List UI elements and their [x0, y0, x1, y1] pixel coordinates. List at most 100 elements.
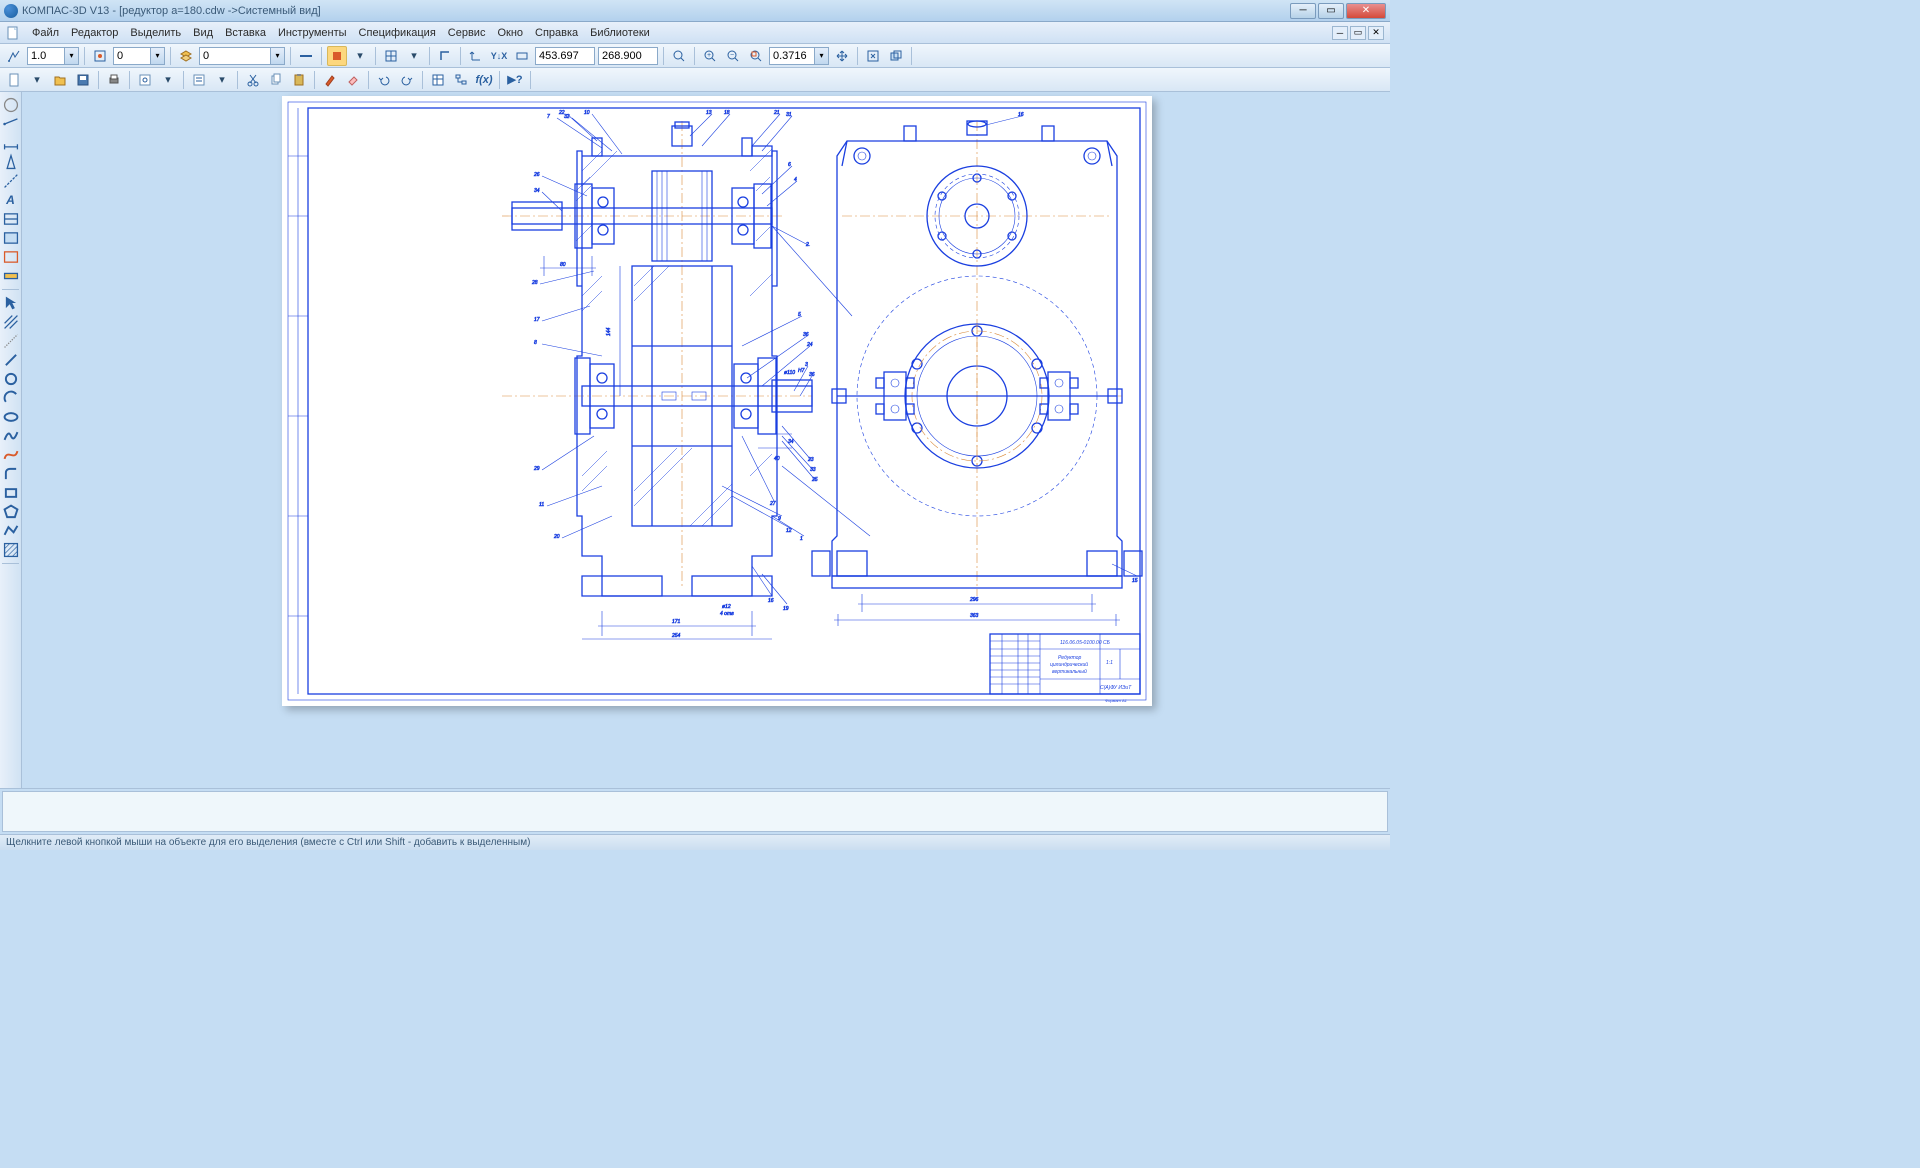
whatsthis-icon[interactable]: ▶? [505, 70, 525, 90]
fillet-icon[interactable] [2, 465, 20, 483]
select-icon[interactable] [2, 294, 20, 312]
geometry-icon[interactable] [2, 96, 20, 114]
drawing-paper[interactable]: 80 171 254 ø12 4 отв 144 [282, 96, 1152, 706]
mdi-minimize-button[interactable]: ─ [1332, 26, 1348, 40]
coord-y[interactable]: 268.900 [598, 47, 658, 65]
svg-text:10: 10 [584, 110, 590, 116]
snap-icon[interactable] [327, 46, 347, 66]
point-icon[interactable] [2, 115, 20, 133]
local-cs-icon[interactable] [466, 46, 486, 66]
dimension-icon[interactable] [2, 134, 20, 152]
layer-combo[interactable]: ▾ [199, 47, 285, 65]
zoom-in-icon[interactable]: + [700, 46, 720, 66]
step-dropdown[interactable]: ▾ [64, 48, 78, 64]
text-icon[interactable]: A [2, 191, 20, 209]
zoom-input[interactable] [770, 48, 814, 64]
measure-icon[interactable] [2, 267, 20, 285]
layer-input[interactable] [200, 48, 270, 64]
copy-icon[interactable] [266, 70, 286, 90]
print-icon[interactable] [104, 70, 124, 90]
table-icon[interactable] [2, 210, 20, 228]
coord-x[interactable]: 453.697 [535, 47, 595, 65]
menu-service[interactable]: Сервис [442, 25, 492, 41]
menu-tools[interactable]: Инструменты [272, 25, 353, 41]
zoom-window-icon[interactable] [746, 46, 766, 66]
preview-dropdown-icon[interactable]: ▾ [158, 70, 178, 90]
layer-dropdown[interactable]: ▾ [270, 48, 284, 64]
properties-dropdown-icon[interactable]: ▾ [212, 70, 232, 90]
zoom-dropdown[interactable]: ▾ [814, 48, 828, 64]
aux-line-icon[interactable] [2, 332, 20, 350]
grid-icon[interactable] [381, 46, 401, 66]
maximize-button[interactable]: ▭ [1318, 3, 1344, 19]
state-input[interactable] [114, 48, 150, 64]
paste-icon[interactable] [289, 70, 309, 90]
cursor-step-icon[interactable] [4, 46, 24, 66]
grid-dropdown-icon[interactable]: ▾ [404, 46, 424, 66]
coord-icon[interactable] [512, 46, 532, 66]
zoom-fit-icon[interactable] [669, 46, 689, 66]
linetype-icon[interactable] [296, 46, 316, 66]
tree-icon[interactable] [451, 70, 471, 90]
open-icon[interactable] [50, 70, 70, 90]
menu-editor[interactable]: Редактор [65, 25, 124, 41]
menu-file[interactable]: Файл [26, 25, 65, 41]
menu-libraries[interactable]: Библиотеки [584, 25, 656, 41]
command-input[interactable] [2, 791, 1388, 832]
pan-icon[interactable] [832, 46, 852, 66]
undo-icon[interactable] [374, 70, 394, 90]
line-icon[interactable] [2, 351, 20, 369]
menu-view[interactable]: Вид [187, 25, 219, 41]
eraser-icon[interactable] [343, 70, 363, 90]
dim-80: 80 [560, 262, 566, 268]
state-combo[interactable]: ▾ [113, 47, 165, 65]
step-combo[interactable]: ▾ [27, 47, 79, 65]
variables-icon[interactable]: f(x) [474, 70, 494, 90]
contour-icon[interactable] [2, 522, 20, 540]
ellipse-icon[interactable] [2, 408, 20, 426]
snap-dropdown-icon[interactable]: ▾ [350, 46, 370, 66]
zoom-combo[interactable]: ▾ [769, 47, 829, 65]
rect-icon[interactable] [2, 484, 20, 502]
mdi-close-button[interactable]: ✕ [1368, 26, 1384, 40]
redo-icon[interactable] [397, 70, 417, 90]
properties-icon[interactable] [189, 70, 209, 90]
rebuild-icon[interactable] [863, 46, 883, 66]
minimize-button[interactable]: ─ [1290, 3, 1316, 19]
canvas-area[interactable]: 80 171 254 ø12 4 отв 144 [22, 92, 1390, 788]
layer-icon[interactable] [176, 46, 196, 66]
state-dropdown[interactable]: ▾ [150, 48, 164, 64]
spline-icon[interactable] [2, 427, 20, 445]
menu-help[interactable]: Справка [529, 25, 584, 41]
notation-icon[interactable] [2, 153, 20, 171]
overlap-icon[interactable] [886, 46, 906, 66]
manager-icon[interactable] [428, 70, 448, 90]
hatch2-icon[interactable] [2, 541, 20, 559]
new-icon[interactable] [4, 70, 24, 90]
menu-insert[interactable]: Вставка [219, 25, 272, 41]
cut-icon[interactable] [243, 70, 263, 90]
menu-select[interactable]: Выделить [124, 25, 187, 41]
menu-window[interactable]: Окно [491, 25, 529, 41]
mdi-restore-button[interactable]: ▭ [1350, 26, 1366, 40]
edit-icon[interactable] [2, 229, 20, 247]
bezier-icon[interactable] [2, 446, 20, 464]
circle-icon[interactable] [2, 370, 20, 388]
svg-text:16: 16 [1018, 112, 1024, 118]
close-button[interactable]: ✕ [1346, 3, 1386, 19]
construction-icon[interactable] [2, 172, 20, 190]
svg-text:24: 24 [806, 342, 813, 348]
step-input[interactable] [28, 48, 64, 64]
new-dropdown-icon[interactable]: ▾ [27, 70, 47, 90]
save-icon[interactable] [73, 70, 93, 90]
brush-icon[interactable] [320, 70, 340, 90]
preview-icon[interactable] [135, 70, 155, 90]
menu-spec[interactable]: Спецификация [353, 25, 442, 41]
arc-icon[interactable] [2, 389, 20, 407]
zoom-out-icon[interactable]: − [723, 46, 743, 66]
param-icon[interactable] [2, 248, 20, 266]
hatch-aux-icon[interactable] [2, 313, 20, 331]
polygon-icon[interactable] [2, 503, 20, 521]
state-icon[interactable] [90, 46, 110, 66]
ortho-icon[interactable] [435, 46, 455, 66]
